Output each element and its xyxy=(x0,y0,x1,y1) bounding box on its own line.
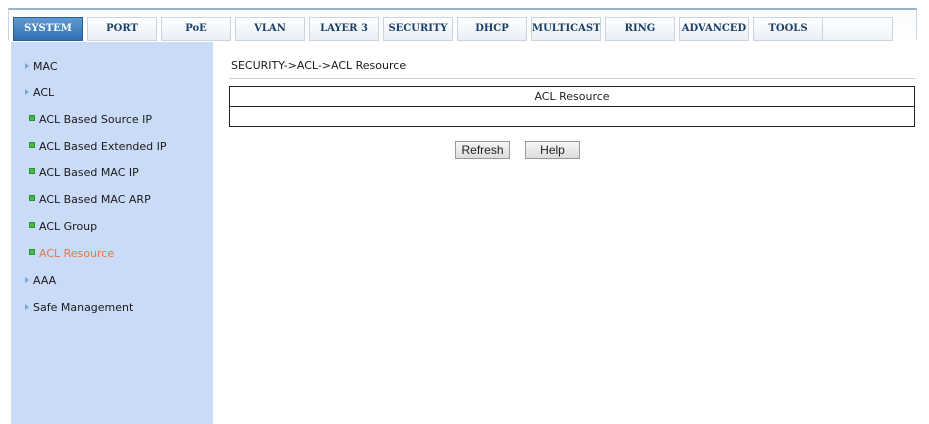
tab-tools[interactable]: TOOLS xyxy=(753,17,823,41)
bullet-icon xyxy=(29,249,35,255)
sidebar-item-acl-based-mac-arp[interactable]: ACL Based MAC ARP xyxy=(29,191,151,209)
tab-multicast[interactable]: MULTICAST xyxy=(531,17,601,41)
table-value-cell xyxy=(230,107,914,126)
table-header: ACL Resource xyxy=(230,87,914,107)
sidebar-item-label: ACL Resource xyxy=(39,247,115,260)
sidebar-item-label: ACL Based MAC ARP xyxy=(39,193,151,206)
tab-port[interactable]: PORT xyxy=(87,17,157,41)
tab-advanced[interactable]: ADVANCED xyxy=(679,17,749,41)
expand-triangle-icon xyxy=(25,89,29,95)
main-tabs: SYSTEM PORT PoE VLAN LAYER 3 SECURITY DH… xyxy=(13,17,893,41)
sidebar-item-label: ACL xyxy=(33,86,55,99)
acl-resource-table: ACL Resource xyxy=(229,86,915,127)
sidebar-item-aaa[interactable]: AAA xyxy=(25,272,56,290)
top-navigation-bar: SYSTEM PORT PoE VLAN LAYER 3 SECURITY DH… xyxy=(8,8,917,41)
expand-triangle-icon xyxy=(25,277,29,283)
expand-triangle-icon xyxy=(25,63,29,69)
sidebar-item-label: Safe Management xyxy=(33,301,134,314)
sidebar-item-safe-management[interactable]: Safe Management xyxy=(25,299,133,317)
refresh-button[interactable]: Refresh xyxy=(455,141,510,159)
sidebar-item-acl-based-source-ip[interactable]: ACL Based Source IP xyxy=(29,111,152,129)
bullet-icon xyxy=(29,168,35,174)
tab-system[interactable]: SYSTEM xyxy=(13,17,83,41)
sidebar-item-acl[interactable]: ACL xyxy=(25,84,54,102)
breadcrumb: SECURITY->ACL->ACL Resource xyxy=(231,59,407,72)
tab-ring[interactable]: RING xyxy=(605,17,675,41)
tab-security[interactable]: SECURITY xyxy=(383,17,453,41)
sidebar-item-label: MAC xyxy=(33,60,58,73)
tab-dhcp[interactable]: DHCP xyxy=(457,17,527,41)
help-button[interactable]: Help xyxy=(525,141,580,159)
sidebar-item-label: ACL Based Source IP xyxy=(39,113,153,126)
sidebar-item-acl-group[interactable]: ACL Group xyxy=(29,218,97,236)
sidebar-item-acl-based-extended-ip[interactable]: ACL Based Extended IP xyxy=(29,138,167,156)
expand-triangle-icon xyxy=(25,304,29,310)
sidebar-item-label: ACL Based Extended IP xyxy=(39,140,167,153)
tab-layer3[interactable]: LAYER 3 xyxy=(309,17,379,41)
bullet-icon xyxy=(29,195,35,201)
tab-poe[interactable]: PoE xyxy=(161,17,231,41)
bullet-icon xyxy=(29,142,35,148)
sidebar-item-label: ACL Group xyxy=(39,220,98,233)
sidebar-item-label: ACL Based MAC IP xyxy=(39,166,139,179)
bullet-icon xyxy=(29,222,35,228)
sidebar-item-mac[interactable]: MAC xyxy=(25,58,58,76)
sidebar-item-acl-resource[interactable]: ACL Resource xyxy=(29,245,114,263)
sidebar-item-label: AAA xyxy=(33,274,57,287)
sidebar: MAC ACL ACL Based Source IP ACL Based Ex… xyxy=(11,42,213,424)
sidebar-item-acl-based-mac-ip[interactable]: ACL Based MAC IP xyxy=(29,164,139,182)
tab-bar-spacer xyxy=(823,17,893,41)
divider xyxy=(229,78,916,79)
tab-vlan[interactable]: VLAN xyxy=(235,17,305,41)
bullet-icon xyxy=(29,115,35,121)
